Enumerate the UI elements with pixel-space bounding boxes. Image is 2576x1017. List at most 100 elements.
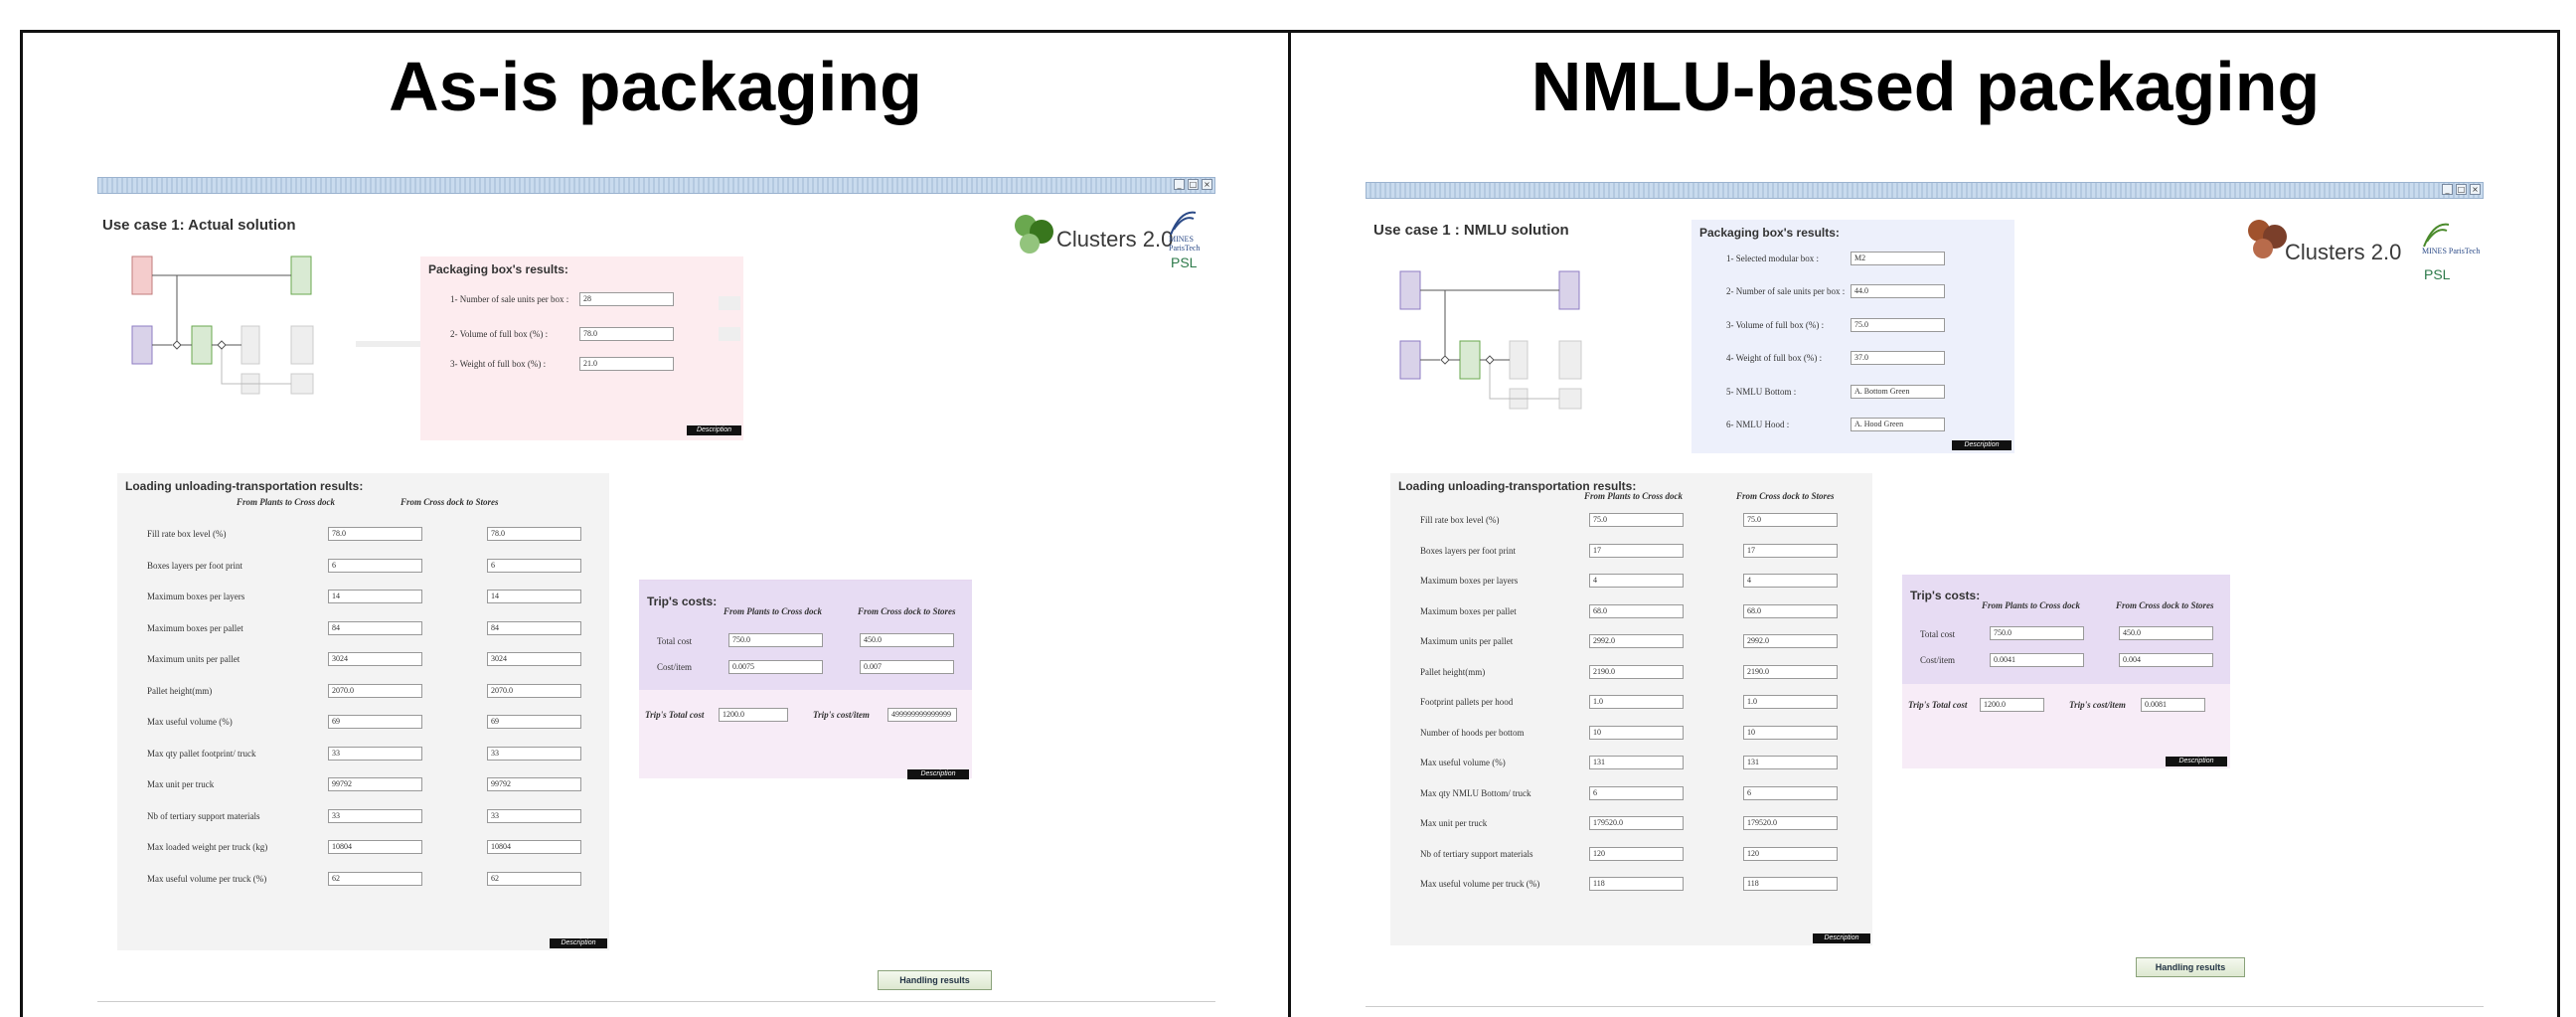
restore-icon[interactable]: □ <box>1188 179 1199 190</box>
description-button[interactable]: Description <box>1813 933 1870 943</box>
description-button[interactable]: Description <box>907 769 969 779</box>
trip-cost-item-field[interactable]: 499999999999999 <box>887 708 957 722</box>
trip-total-cost-label: Trip's Total cost <box>1908 700 1968 710</box>
stores-value-field[interactable]: 4 <box>1743 574 1838 588</box>
packaging-results-title: Packaging box's results: <box>1699 226 1840 240</box>
stores-value-field[interactable]: 62 <box>487 871 581 886</box>
nmlu-bottom-field[interactable]: A. Bottom Green <box>1851 385 1945 399</box>
minimize-icon[interactable]: _ <box>1174 179 1185 190</box>
cost-item-stores-field[interactable]: 0.004 <box>2119 653 2213 667</box>
clusters-logo-text: Clusters 2.0 <box>2285 240 2402 264</box>
stores-value-field[interactable]: 78.0 <box>487 527 581 541</box>
total-cost-stores-field[interactable]: 450.0 <box>2119 626 2213 640</box>
cost-item-label: Cost/item <box>657 662 693 672</box>
stores-value-field[interactable]: 118 <box>1743 877 1838 891</box>
plants-value-field[interactable]: 99792 <box>328 777 422 791</box>
stores-value-field[interactable]: 10 <box>1743 725 1838 740</box>
plants-value-field[interactable]: 14 <box>328 590 422 603</box>
stores-value-field[interactable]: 179520.0 <box>1743 816 1838 830</box>
stores-value-field[interactable]: 69 <box>487 715 581 729</box>
stores-value-field[interactable]: 17 <box>1743 543 1838 558</box>
nmlu-hood-field[interactable]: A. Hood Green <box>1851 418 1945 431</box>
stores-value-field[interactable]: 10804 <box>487 840 581 854</box>
volume-field[interactable]: 75.0 <box>1851 318 1945 332</box>
plants-value-field[interactable]: 2190.0 <box>1589 664 1684 679</box>
cost-item-stores-field[interactable]: 0.007 <box>860 660 954 674</box>
weight-field[interactable]: 21.0 <box>579 357 674 371</box>
sale-units-field[interactable]: 28 <box>579 292 674 306</box>
total-cost-stores-field[interactable]: 450.0 <box>860 633 954 647</box>
modular-box-field[interactable]: M2 <box>1851 252 1945 265</box>
description-button[interactable]: Description <box>2166 757 2227 766</box>
plants-value-field[interactable]: 69 <box>328 715 422 729</box>
plants-value-field[interactable]: 10804 <box>328 840 422 854</box>
plants-value-field[interactable]: 120 <box>1589 846 1684 861</box>
stores-value-field[interactable]: 6 <box>1743 785 1838 800</box>
trip-costs-title: Trip's costs: <box>1910 589 1981 602</box>
clusters-logo-text: Clusters 2.0 <box>1056 227 1174 252</box>
stores-value-field[interactable]: 2190.0 <box>1743 664 1838 679</box>
handling-results-button[interactable]: Handling results <box>2136 957 2245 977</box>
plants-value-field[interactable]: 118 <box>1589 877 1684 891</box>
trip-cost-item-field[interactable]: 0.0081 <box>2141 698 2205 712</box>
plants-value-field[interactable]: 17 <box>1589 543 1684 558</box>
stores-value-field[interactable]: 33 <box>487 808 581 823</box>
plants-value-field[interactable]: 62 <box>328 871 422 886</box>
plants-value-field[interactable]: 2070.0 <box>328 683 422 698</box>
stores-value-field[interactable]: 131 <box>1743 756 1838 769</box>
stores-value-field[interactable]: 99792 <box>487 777 581 791</box>
description-button[interactable]: Description <box>550 938 607 948</box>
restore-icon[interactable]: □ <box>2456 184 2467 195</box>
loading-row-label: Max useful volume (%) <box>147 717 233 727</box>
plants-value-field[interactable]: 3024 <box>328 652 422 666</box>
plants-value-field[interactable]: 78.0 <box>328 527 422 541</box>
loading-row-label: Max useful volume per truck (%) <box>1420 879 1540 889</box>
description-button[interactable]: Description <box>687 425 741 435</box>
stores-value-field[interactable]: 2992.0 <box>1743 634 1838 648</box>
total-cost-plants-field[interactable]: 750.0 <box>1990 626 2084 640</box>
plants-value-field[interactable]: 33 <box>328 746 422 761</box>
plants-value-field[interactable]: 84 <box>328 620 422 635</box>
loading-row-label: Max useful volume (%) <box>1420 758 1506 767</box>
cost-item-plants-field[interactable]: 0.0041 <box>1990 653 2084 667</box>
right-panel: NMLU-based packaging _ □ × Use case 1 : … <box>1291 33 2560 1017</box>
plants-value-field[interactable]: 1.0 <box>1589 695 1684 709</box>
stores-value-field[interactable]: 1.0 <box>1743 695 1838 709</box>
plants-value-field[interactable]: 131 <box>1589 756 1684 769</box>
plants-value-field[interactable]: 2992.0 <box>1589 634 1684 648</box>
minimize-icon[interactable]: _ <box>2442 184 2453 195</box>
stores-value-field[interactable]: 14 <box>487 590 581 603</box>
stores-value-field[interactable]: 3024 <box>487 652 581 666</box>
stores-value-field[interactable]: 68.0 <box>1743 603 1838 618</box>
volume-field[interactable]: 78.0 <box>579 327 674 341</box>
stores-value-field[interactable]: 75.0 <box>1743 513 1838 527</box>
plants-value-field[interactable]: 75.0 <box>1589 513 1684 527</box>
plants-value-field[interactable]: 68.0 <box>1589 603 1684 618</box>
plants-value-field[interactable]: 33 <box>328 808 422 823</box>
stores-value-field[interactable]: 33 <box>487 746 581 761</box>
trip-total-cost-field[interactable]: 1200.0 <box>719 708 788 722</box>
loading-results-title: Loading unloading-transportation results… <box>125 479 364 493</box>
handling-results-button[interactable]: Handling results <box>878 970 992 990</box>
trip-total-cost-field[interactable]: 1200.0 <box>1980 698 2044 712</box>
plants-value-field[interactable]: 10 <box>1589 725 1684 740</box>
close-icon[interactable]: × <box>2470 184 2481 195</box>
packaging-results-panel: Packaging box's results: 1- Selected mod… <box>1691 220 2014 453</box>
loading-results-panel: Loading unloading-transportation results… <box>1390 473 1872 945</box>
stores-value-field[interactable]: 84 <box>487 620 581 635</box>
stores-value-field[interactable]: 2070.0 <box>487 683 581 698</box>
stores-value-field[interactable]: 120 <box>1743 846 1838 861</box>
close-icon[interactable]: × <box>1202 179 1212 190</box>
total-cost-plants-field[interactable]: 750.0 <box>728 633 823 647</box>
psl-label: PSL <box>1171 254 1198 270</box>
plants-value-field[interactable]: 6 <box>1589 785 1684 800</box>
loading-row-label: Fill rate box level (%) <box>1420 515 1500 525</box>
plants-value-field[interactable]: 4 <box>1589 574 1684 588</box>
plants-value-field[interactable]: 6 <box>328 558 422 573</box>
description-button[interactable]: Description <box>1952 440 2012 450</box>
cost-item-plants-field[interactable]: 0.0075 <box>728 660 823 674</box>
stores-value-field[interactable]: 6 <box>487 558 581 573</box>
plants-value-field[interactable]: 179520.0 <box>1589 816 1684 830</box>
sale-units-field[interactable]: 44.0 <box>1851 284 1945 298</box>
weight-field[interactable]: 37.0 <box>1851 351 1945 365</box>
